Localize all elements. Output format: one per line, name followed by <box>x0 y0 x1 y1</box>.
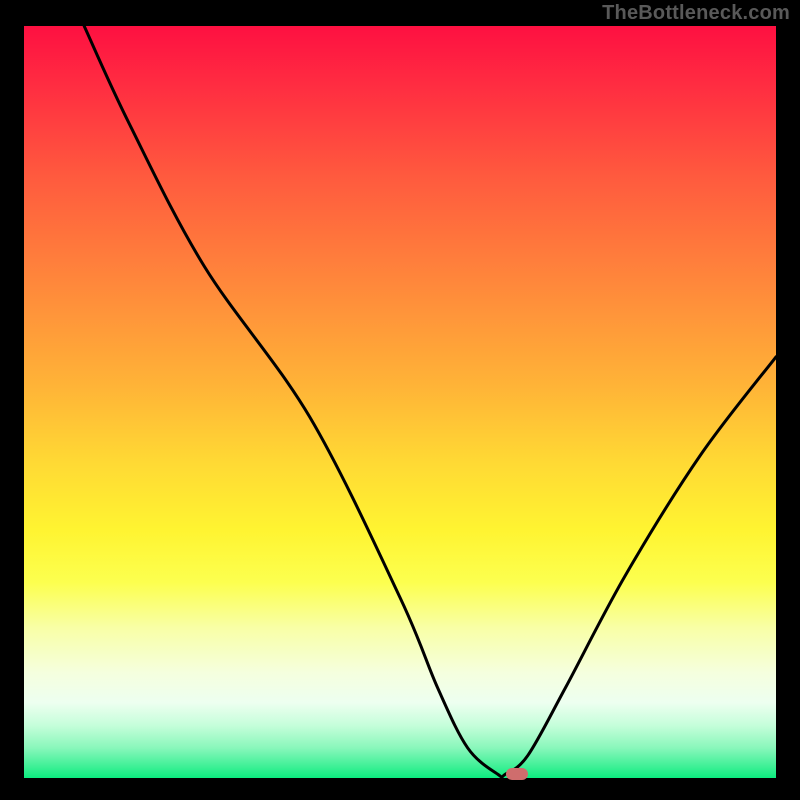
optimal-point-marker <box>506 768 528 780</box>
chart-curve-layer <box>24 26 776 778</box>
attribution-text: TheBottleneck.com <box>602 2 790 25</box>
bottleneck-curve-path <box>84 26 776 777</box>
chart-frame <box>24 26 776 778</box>
